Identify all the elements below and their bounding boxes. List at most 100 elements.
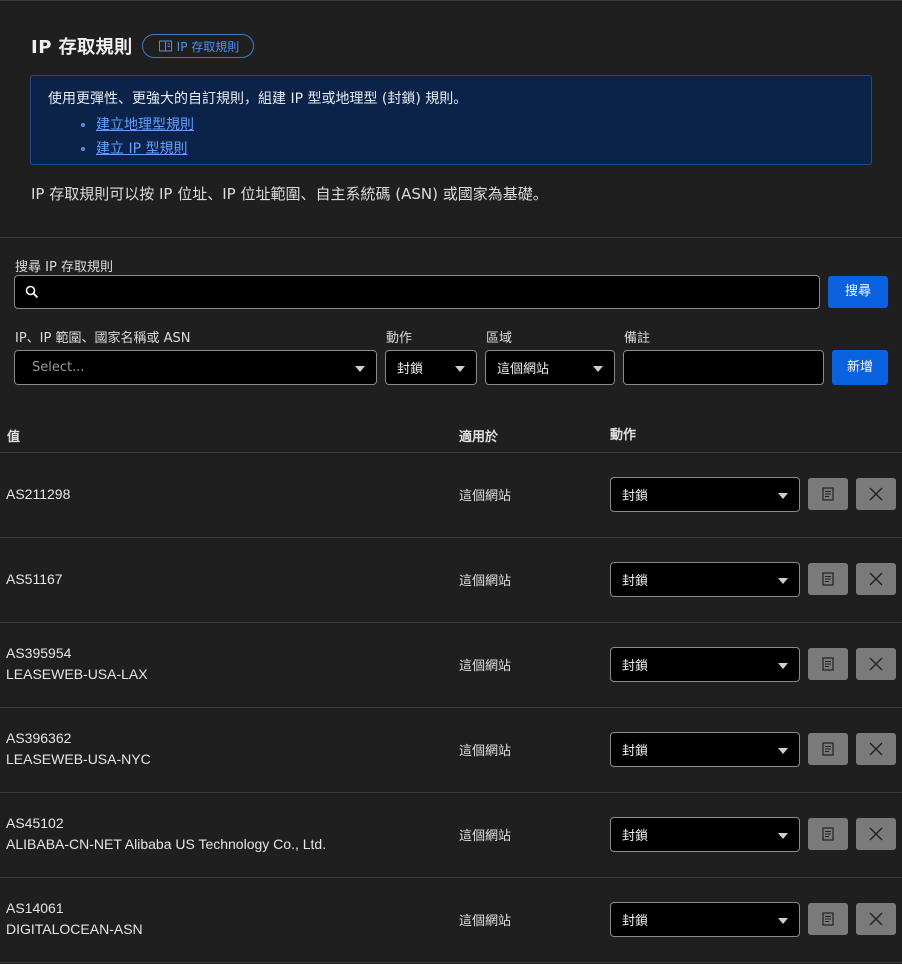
rule-scope: 這個網站 xyxy=(459,914,512,929)
caret-down-icon xyxy=(593,365,603,372)
caret-down-icon xyxy=(778,917,788,924)
rule-value: AS396362 xyxy=(6,730,72,746)
table-row: AS396362 LEASEWEB-USA-NYC 這個網站 封鎖 xyxy=(0,707,902,792)
note-icon xyxy=(822,657,834,671)
row-divider xyxy=(0,452,902,453)
delete-rule-button[interactable] xyxy=(856,478,896,510)
create-geo-rule-link[interactable]: 建立地理型規則 xyxy=(96,117,194,133)
zone-label: 區域 xyxy=(486,331,513,346)
caret-down-icon xyxy=(455,365,465,372)
table-row: AS45102 ALIBABA-CN-NET Alibaba US Technol… xyxy=(0,792,902,877)
column-header-value: 值 xyxy=(7,430,21,445)
rule-action-select[interactable]: 封鎖 xyxy=(610,477,800,512)
edit-note-button[interactable] xyxy=(808,563,848,595)
rule-action-value: 封鎖 xyxy=(622,744,649,759)
create-ip-rule-link[interactable]: 建立 IP 型規則 xyxy=(96,141,187,157)
close-icon xyxy=(869,657,883,671)
close-icon xyxy=(869,827,883,841)
rule-action-select[interactable]: 封鎖 xyxy=(610,562,800,597)
delete-rule-button[interactable] xyxy=(856,648,896,680)
rule-action-select[interactable]: 封鎖 xyxy=(610,732,800,767)
rule-asn-name: LEASEWEB-USA-LAX xyxy=(6,666,148,682)
delete-rule-button[interactable] xyxy=(856,563,896,595)
rule-value-cell: AS396362 LEASEWEB-USA-NYC xyxy=(6,728,151,770)
note-icon xyxy=(822,572,834,586)
row-divider xyxy=(0,877,902,878)
value-select-placeholder: Select... xyxy=(32,360,85,375)
note-icon xyxy=(822,827,834,841)
row-divider xyxy=(0,792,902,793)
close-icon xyxy=(869,912,883,926)
page-header: IP 存取規則 IP 存取規則 xyxy=(31,33,255,59)
column-header-applies: 適用於 xyxy=(459,430,499,445)
action-select-value: 封鎖 xyxy=(397,362,424,377)
note-icon xyxy=(822,912,834,926)
rule-value: AS51167 xyxy=(6,571,63,587)
doc-link-button[interactable]: IP 存取規則 xyxy=(141,34,255,58)
close-icon xyxy=(869,572,883,586)
book-icon xyxy=(158,40,172,52)
rule-asn-name: ALIBABA-CN-NET Alibaba US Technology Co.… xyxy=(6,836,327,852)
rule-action-select[interactable]: 封鎖 xyxy=(610,902,800,937)
search-icon xyxy=(25,285,39,299)
rule-scope: 這個網站 xyxy=(459,489,512,504)
rule-action-value: 封鎖 xyxy=(622,489,649,504)
page-description: IP 存取規則可以按 IP 位址、IP 位址範圍、自主系統碼 (ASN) 或國家… xyxy=(31,185,548,203)
info-banner: 使用更彈性、更強大的自訂規則，組建 IP 型或地理型 (封鎖) 規則。 建立地理… xyxy=(30,75,872,165)
section-divider xyxy=(0,237,902,238)
note-icon xyxy=(822,487,834,501)
search-field[interactable] xyxy=(14,275,820,309)
delete-rule-button[interactable] xyxy=(856,903,896,935)
rule-scope: 這個網站 xyxy=(459,829,512,844)
zone-select-value: 這個網站 xyxy=(497,362,550,377)
rule-scope: 這個網站 xyxy=(459,659,512,674)
note-input[interactable] xyxy=(623,350,824,385)
rule-action-value: 封鎖 xyxy=(622,659,649,674)
note-label: 備註 xyxy=(624,331,651,346)
table-bottom-divider xyxy=(0,962,902,963)
caret-down-icon xyxy=(778,747,788,754)
search-input[interactable] xyxy=(45,283,819,301)
rule-value-cell: AS395954 LEASEWEB-USA-LAX xyxy=(6,643,148,685)
caret-down-icon xyxy=(355,365,365,372)
rule-value-cell: AS51167 xyxy=(6,569,63,590)
value-label: IP、IP 範圍、國家名稱或 ASN xyxy=(15,331,191,346)
rule-asn-name: DIGITALOCEAN-ASN xyxy=(6,921,143,937)
row-divider xyxy=(0,707,902,708)
list-item: 建立地理型規則 xyxy=(96,115,854,135)
rule-value-cell: AS211298 xyxy=(6,484,70,505)
info-text: 使用更彈性、更強大的自訂規則，組建 IP 型或地理型 (封鎖) 規則。 xyxy=(48,91,468,107)
rule-scope: 這個網站 xyxy=(459,744,512,759)
page-title: IP 存取規則 xyxy=(31,37,133,58)
close-icon xyxy=(869,487,883,501)
rule-action-select[interactable]: 封鎖 xyxy=(610,647,800,682)
rule-asn-name: LEASEWEB-USA-NYC xyxy=(6,751,151,767)
info-link-list: 建立地理型規則 建立 IP 型規則 xyxy=(48,115,854,159)
delete-rule-button[interactable] xyxy=(856,733,896,765)
caret-down-icon xyxy=(778,662,788,669)
edit-note-button[interactable] xyxy=(808,478,848,510)
edit-note-button[interactable] xyxy=(808,818,848,850)
rule-value-cell: AS14061 DIGITALOCEAN-ASN xyxy=(6,898,143,940)
list-item: 建立 IP 型規則 xyxy=(96,139,854,159)
edit-note-button[interactable] xyxy=(808,733,848,765)
edit-note-button[interactable] xyxy=(808,648,848,680)
delete-rule-button[interactable] xyxy=(856,818,896,850)
add-button[interactable]: 新增 xyxy=(832,350,888,385)
row-divider xyxy=(0,622,902,623)
edit-note-button[interactable] xyxy=(808,903,848,935)
rule-value: AS14061 xyxy=(6,900,64,916)
caret-down-icon xyxy=(778,832,788,839)
column-header-action: 動作 xyxy=(610,428,637,443)
rule-value-cell: AS45102 ALIBABA-CN-NET Alibaba US Technol… xyxy=(6,813,326,855)
value-select[interactable]: Select... xyxy=(14,350,377,385)
note-icon xyxy=(822,742,834,756)
rule-value: AS45102 xyxy=(6,815,64,831)
search-button[interactable]: 搜尋 xyxy=(828,276,888,308)
close-icon xyxy=(869,742,883,756)
zone-select[interactable]: 這個網站 xyxy=(485,350,615,385)
action-select[interactable]: 封鎖 xyxy=(385,350,477,385)
rule-action-select[interactable]: 封鎖 xyxy=(610,817,800,852)
action-label: 動作 xyxy=(386,331,413,346)
search-label: 搜尋 IP 存取規則 xyxy=(15,260,113,275)
